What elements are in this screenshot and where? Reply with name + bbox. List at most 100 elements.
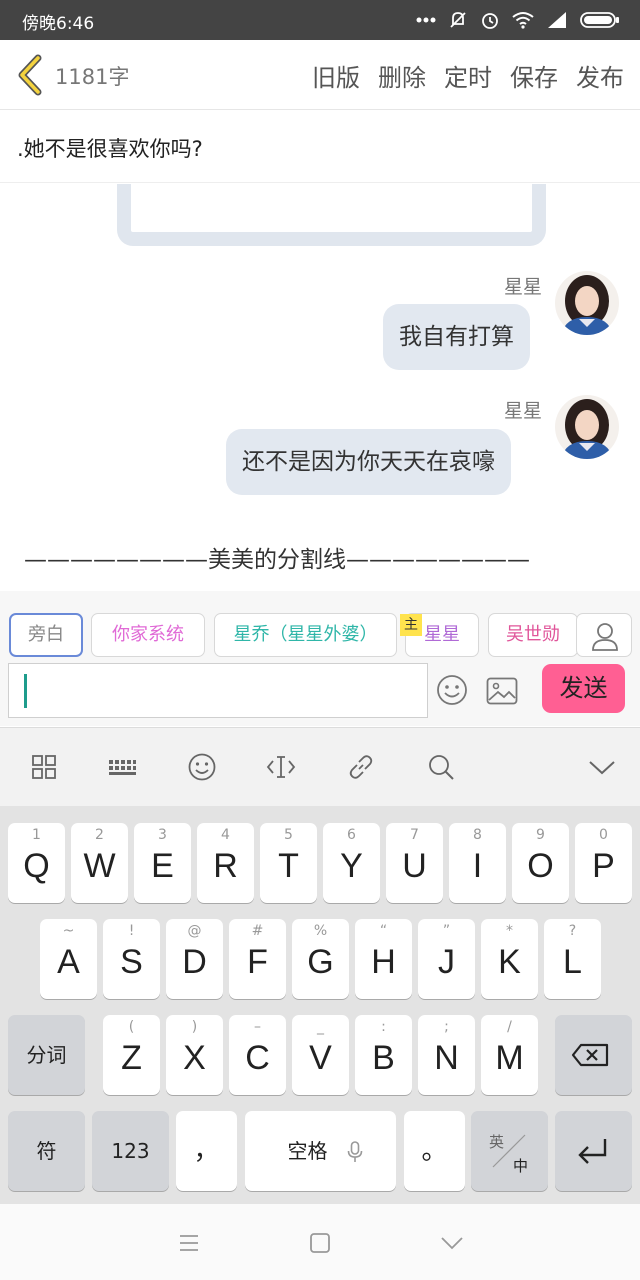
home-icon[interactable] [307, 1230, 333, 1256]
system-nav-bar [0, 1204, 640, 1280]
divider-text: ————————美美的分割线———————— [24, 547, 530, 573]
keyboard-icon[interactable] [107, 752, 137, 782]
key-a[interactable]: ~ A [40, 919, 97, 999]
chip-label: 星星 [424, 624, 460, 645]
key-u[interactable]: 7U [386, 823, 443, 903]
key-x[interactable]: ) X [166, 1015, 223, 1095]
message-bubble[interactable]: 我自有打算 [383, 304, 530, 370]
speaker-name: 星星 [504, 400, 543, 422]
character-chip[interactable]: 你家系统 [91, 613, 205, 657]
key-j[interactable]: ” J [418, 919, 475, 999]
character-chip[interactable]: 吴世勋 [488, 613, 578, 657]
key-y[interactable]: 6Y [323, 823, 380, 903]
word-segment-key[interactable]: 分词 [8, 1015, 85, 1095]
avatar[interactable] [555, 271, 619, 335]
backspace-icon [571, 1043, 609, 1067]
back-arrow-icon [18, 54, 42, 96]
emoji-button[interactable] [436, 674, 468, 706]
link-icon[interactable] [346, 752, 376, 782]
character-chip[interactable]: 星乔（星星外婆） [214, 613, 397, 657]
key-g[interactable]: % G [292, 919, 349, 999]
keyboard-toolbar [0, 727, 640, 806]
microphone-icon [347, 1141, 363, 1162]
period-key[interactable]: 。 [404, 1111, 465, 1191]
delete-button[interactable]: 删除 [378, 58, 426, 93]
key-z[interactable]: (Z [103, 1015, 160, 1095]
image-button[interactable] [486, 677, 518, 705]
language-switch-key[interactable]: 英 中 [471, 1111, 548, 1191]
grid-icon[interactable] [29, 752, 59, 782]
smiley-icon [437, 675, 467, 705]
numbers-key[interactable]: 123 [92, 1111, 169, 1191]
status-time: 傍晚6:46 [22, 14, 95, 34]
word-count: 1181字 [55, 65, 130, 89]
text-caret [24, 674, 27, 708]
chat-area[interactable]: 星星 我自有打算 星星 还不是因为你天天在哀嚎 ————————美美的分割线——… [0, 184, 640, 591]
back-button[interactable] [14, 54, 48, 96]
add-character-button[interactable] [576, 613, 632, 657]
publish-button[interactable]: 发布 [576, 58, 624, 93]
message-input[interactable] [8, 663, 428, 718]
old-version-button[interactable]: 旧版 [312, 58, 360, 93]
key-n[interactable]: ; N [418, 1015, 475, 1095]
symbols-key[interactable]: 符 [8, 1111, 85, 1191]
cursor-move-icon[interactable] [266, 752, 296, 782]
status-bar: 傍晚6:46 [0, 0, 640, 40]
key-c[interactable]: – C [229, 1015, 286, 1095]
editor-toolbar: 1181字 旧版 删除 定时 保存 发布 [0, 40, 640, 110]
space-key[interactable]: 空格 [245, 1111, 396, 1191]
user-icon [592, 623, 618, 651]
schedule-button[interactable]: 定时 [444, 58, 492, 93]
image-icon [486, 677, 518, 705]
wifi-icon [512, 11, 534, 29]
avatar[interactable] [555, 395, 619, 459]
battery-icon [580, 11, 620, 29]
embedded-card [117, 184, 546, 246]
key-d[interactable]: @ D [166, 919, 223, 999]
key-v[interactable]: _ V [292, 1015, 349, 1095]
character-chip-narrator[interactable]: 旁白 [9, 613, 83, 657]
return-icon [578, 1139, 607, 1164]
comma-key[interactable]: ， [176, 1111, 237, 1191]
key-r[interactable]: 4R [197, 823, 254, 903]
signal-icon [546, 11, 568, 29]
search-icon[interactable] [426, 752, 456, 782]
speaker-name: 星星 [504, 276, 543, 298]
chapter-title: .她不是很喜欢你吗? [17, 137, 203, 161]
save-button[interactable]: 保存 [510, 58, 558, 93]
key-w[interactable]: 2W [71, 823, 128, 903]
key-h[interactable]: “H [355, 919, 412, 999]
main-character-badge: 主 [400, 614, 422, 636]
key-b[interactable]: :B [355, 1015, 412, 1095]
input-row: 发送 [0, 663, 640, 726]
send-button[interactable]: 发送 [542, 664, 625, 713]
key-q[interactable]: 1Q [8, 823, 65, 903]
key-i[interactable]: 8I [449, 823, 506, 903]
key-m[interactable]: / M [481, 1015, 538, 1095]
mute-icon [448, 10, 468, 30]
chip-label: 星乔（星星外婆） [233, 624, 378, 645]
chip-label: 吴世勋 [506, 624, 560, 645]
menu-icon[interactable] [176, 1230, 202, 1256]
chip-label: 旁白 [28, 624, 64, 645]
chapter-title-bar[interactable]: .她不是很喜欢你吗? [0, 111, 640, 183]
character-selector: 旁白 你家系统 星乔（星星外婆） 星星 吴世勋 [0, 591, 640, 663]
key-o[interactable]: 9O [512, 823, 569, 903]
alarm-icon [480, 10, 500, 30]
toolbar-actions: 旧版 删除 定时 保存 发布 [312, 58, 624, 93]
key-t[interactable]: 5T [260, 823, 317, 903]
message-bubble[interactable]: 还不是因为你天天在哀嚎 [226, 429, 511, 495]
back-nav-icon[interactable] [439, 1230, 465, 1256]
status-icons [416, 9, 620, 31]
backspace-key[interactable] [555, 1015, 632, 1095]
emoji-icon[interactable] [187, 752, 217, 782]
key-l[interactable]: ? L [544, 919, 601, 999]
chevron-down-icon[interactable] [587, 752, 617, 782]
enter-key[interactable] [555, 1111, 632, 1191]
key-f[interactable]: # F [229, 919, 286, 999]
keyboard: 1Q 2W 3E 4R 5T 6Y 7U 8I 9O 0P ~ A ! S @ D #… [0, 806, 640, 1204]
key-s[interactable]: ! S [103, 919, 160, 999]
key-k[interactable]: * K [481, 919, 538, 999]
key-e[interactable]: 3E [134, 823, 191, 903]
key-p[interactable]: 0P [575, 823, 632, 903]
